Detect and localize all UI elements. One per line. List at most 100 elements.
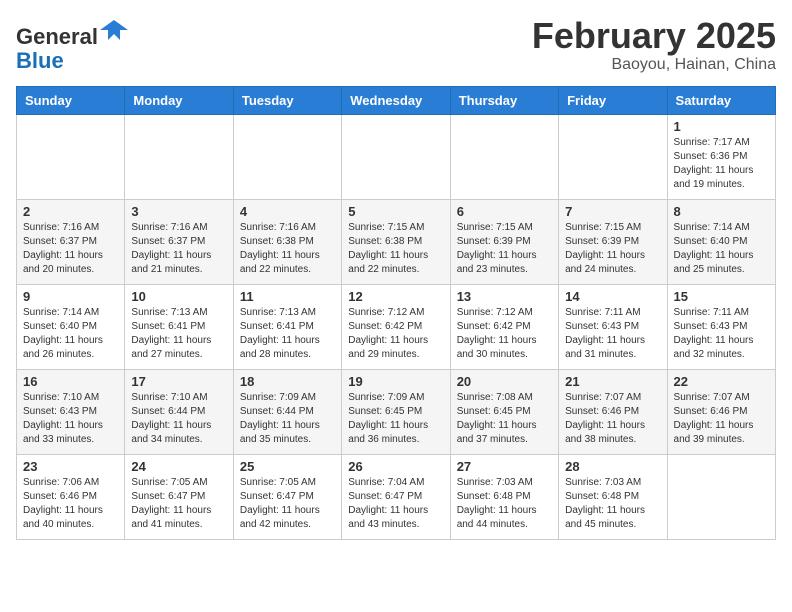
calendar-day-cell: 5Sunrise: 7:15 AM Sunset: 6:38 PM Daylig…: [342, 199, 450, 284]
calendar-day-cell: 12 Sunrise: 7:12 AM Sunset: 6:42 PM Dayli…: [342, 284, 450, 369]
calendar-day-cell: 25Sunrise: 7:05 AM Sunset: 6:47 PM Dayli…: [233, 454, 341, 539]
page-header: General Blue February 2025 Baoyou, Haina…: [16, 16, 776, 74]
day-info: Sunrise: 7:15 AM Sunset: 6:39 PM Dayligh…: [565, 221, 660, 277]
calendar-day-cell: 8 Sunrise: 7:14 AM Sunset: 6:40 PM Daylig…: [667, 199, 775, 284]
calendar-day-cell: [125, 114, 233, 199]
day-number: 21: [565, 374, 660, 389]
calendar-day-cell: 28 Sunrise: 7:03 AM Sunset: 6:48 PM Dayli…: [559, 454, 667, 539]
day-number: 25: [240, 459, 335, 474]
day-info: Sunrise: 7:06 AM Sunset: 6:46 PM Dayligh…: [23, 476, 118, 532]
day-number: 6: [457, 204, 552, 219]
logo-general: General: [16, 24, 98, 49]
day-info: Sunrise: 7:03 AM Sunset: 6:48 PM Dayligh…: [457, 476, 552, 532]
day-number: 15: [674, 289, 769, 304]
day-number: 14: [565, 289, 660, 304]
day-info: Sunrise: 7:07 AM Sunset: 6:46 PM Dayligh…: [674, 391, 769, 447]
calendar-day-cell: 19 Sunrise: 7:09 AM Sunset: 6:45 PM Dayli…: [342, 369, 450, 454]
day-number: 13: [457, 289, 552, 304]
day-info: Sunrise: 7:13 AM Sunset: 6:41 PM Dayligh…: [240, 306, 335, 362]
day-number: 27: [457, 459, 552, 474]
day-info: Sunrise: 7:16 AM Sunset: 6:38 PM Dayligh…: [240, 221, 335, 277]
day-number: 8: [674, 204, 769, 219]
day-number: 10: [131, 289, 226, 304]
calendar-day-cell: 18 Sunrise: 7:09 AM Sunset: 6:44 PM Dayli…: [233, 369, 341, 454]
calendar-day-cell: 26 Sunrise: 7:04 AM Sunset: 6:47 PM Dayli…: [342, 454, 450, 539]
day-info: Sunrise: 7:09 AM Sunset: 6:45 PM Dayligh…: [348, 391, 443, 447]
day-number: 3: [131, 204, 226, 219]
day-number: 7: [565, 204, 660, 219]
calendar-week-row: 16Sunrise: 7:10 AM Sunset: 6:43 PM Dayli…: [17, 369, 776, 454]
calendar-day-cell: 4Sunrise: 7:16 AM Sunset: 6:38 PM Daylig…: [233, 199, 341, 284]
day-info: Sunrise: 7:07 AM Sunset: 6:46 PM Dayligh…: [565, 391, 660, 447]
day-number: 26: [348, 459, 443, 474]
day-info: Sunrise: 7:05 AM Sunset: 6:47 PM Dayligh…: [131, 476, 226, 532]
calendar-day-cell: 6 Sunrise: 7:15 AM Sunset: 6:39 PM Daylig…: [450, 199, 558, 284]
day-number: 11: [240, 289, 335, 304]
calendar-day-cell: [17, 114, 125, 199]
calendar-week-row: 2 Sunrise: 7:16 AM Sunset: 6:37 PM Daylig…: [17, 199, 776, 284]
calendar-day-cell: 22 Sunrise: 7:07 AM Sunset: 6:46 PM Dayli…: [667, 369, 775, 454]
calendar-day-cell: [667, 454, 775, 539]
calendar-day-header: Saturday: [667, 86, 775, 114]
calendar-day-cell: 17Sunrise: 7:10 AM Sunset: 6:44 PM Dayli…: [125, 369, 233, 454]
day-number: 18: [240, 374, 335, 389]
calendar-day-cell: 24Sunrise: 7:05 AM Sunset: 6:47 PM Dayli…: [125, 454, 233, 539]
calendar-day-cell: 23 Sunrise: 7:06 AM Sunset: 6:46 PM Dayli…: [17, 454, 125, 539]
day-number: 5: [348, 204, 443, 219]
day-info: Sunrise: 7:16 AM Sunset: 6:37 PM Dayligh…: [23, 221, 118, 277]
logo-bird-icon: [100, 16, 128, 44]
calendar-day-cell: 3 Sunrise: 7:16 AM Sunset: 6:37 PM Daylig…: [125, 199, 233, 284]
calendar-day-cell: [342, 114, 450, 199]
calendar-day-cell: [233, 114, 341, 199]
day-info: Sunrise: 7:14 AM Sunset: 6:40 PM Dayligh…: [23, 306, 118, 362]
calendar-day-cell: 27 Sunrise: 7:03 AM Sunset: 6:48 PM Dayli…: [450, 454, 558, 539]
calendar-day-cell: 9 Sunrise: 7:14 AM Sunset: 6:40 PM Daylig…: [17, 284, 125, 369]
logo-blue: Blue: [16, 48, 64, 73]
calendar-day-cell: 15 Sunrise: 7:11 AM Sunset: 6:43 PM Dayli…: [667, 284, 775, 369]
calendar-day-header: Tuesday: [233, 86, 341, 114]
calendar-day-cell: 20 Sunrise: 7:08 AM Sunset: 6:45 PM Dayli…: [450, 369, 558, 454]
calendar-day-cell: 21 Sunrise: 7:07 AM Sunset: 6:46 PM Dayli…: [559, 369, 667, 454]
day-info: Sunrise: 7:17 AM Sunset: 6:36 PM Dayligh…: [674, 136, 769, 192]
day-info: Sunrise: 7:12 AM Sunset: 6:42 PM Dayligh…: [348, 306, 443, 362]
calendar-day-cell: 10 Sunrise: 7:13 AM Sunset: 6:41 PM Dayli…: [125, 284, 233, 369]
day-number: 9: [23, 289, 118, 304]
day-number: 23: [23, 459, 118, 474]
day-info: Sunrise: 7:04 AM Sunset: 6:47 PM Dayligh…: [348, 476, 443, 532]
day-info: Sunrise: 7:12 AM Sunset: 6:42 PM Dayligh…: [457, 306, 552, 362]
calendar-day-header: Wednesday: [342, 86, 450, 114]
day-info: Sunrise: 7:14 AM Sunset: 6:40 PM Dayligh…: [674, 221, 769, 277]
day-info: Sunrise: 7:13 AM Sunset: 6:41 PM Dayligh…: [131, 306, 226, 362]
day-info: Sunrise: 7:11 AM Sunset: 6:43 PM Dayligh…: [565, 306, 660, 362]
calendar-day-cell: 7 Sunrise: 7:15 AM Sunset: 6:39 PM Daylig…: [559, 199, 667, 284]
calendar-week-row: 9 Sunrise: 7:14 AM Sunset: 6:40 PM Daylig…: [17, 284, 776, 369]
day-number: 20: [457, 374, 552, 389]
month-title: February 2025: [532, 16, 776, 56]
day-number: 2: [23, 204, 118, 219]
calendar-day-cell: 2 Sunrise: 7:16 AM Sunset: 6:37 PM Daylig…: [17, 199, 125, 284]
calendar-day-cell: [450, 114, 558, 199]
day-number: 28: [565, 459, 660, 474]
calendar-day-cell: 1Sunrise: 7:17 AM Sunset: 6:36 PM Daylig…: [667, 114, 775, 199]
day-number: 22: [674, 374, 769, 389]
calendar-day-cell: 14 Sunrise: 7:11 AM Sunset: 6:43 PM Dayli…: [559, 284, 667, 369]
title-block: February 2025 Baoyou, Hainan, China: [532, 16, 776, 74]
calendar-day-cell: [559, 114, 667, 199]
day-info: Sunrise: 7:11 AM Sunset: 6:43 PM Dayligh…: [674, 306, 769, 362]
day-info: Sunrise: 7:10 AM Sunset: 6:44 PM Dayligh…: [131, 391, 226, 447]
location-title: Baoyou, Hainan, China: [532, 56, 776, 74]
calendar-body: 1Sunrise: 7:17 AM Sunset: 6:36 PM Daylig…: [17, 114, 776, 539]
calendar-day-cell: 16Sunrise: 7:10 AM Sunset: 6:43 PM Dayli…: [17, 369, 125, 454]
day-info: Sunrise: 7:16 AM Sunset: 6:37 PM Dayligh…: [131, 221, 226, 277]
day-info: Sunrise: 7:03 AM Sunset: 6:48 PM Dayligh…: [565, 476, 660, 532]
calendar-day-header: Friday: [559, 86, 667, 114]
day-number: 16: [23, 374, 118, 389]
day-info: Sunrise: 7:09 AM Sunset: 6:44 PM Dayligh…: [240, 391, 335, 447]
calendar-day-header: Sunday: [17, 86, 125, 114]
calendar-day-cell: 13 Sunrise: 7:12 AM Sunset: 6:42 PM Dayli…: [450, 284, 558, 369]
day-number: 19: [348, 374, 443, 389]
day-info: Sunrise: 7:08 AM Sunset: 6:45 PM Dayligh…: [457, 391, 552, 447]
day-number: 12: [348, 289, 443, 304]
calendar-week-row: 1Sunrise: 7:17 AM Sunset: 6:36 PM Daylig…: [17, 114, 776, 199]
day-info: Sunrise: 7:15 AM Sunset: 6:39 PM Dayligh…: [457, 221, 552, 277]
